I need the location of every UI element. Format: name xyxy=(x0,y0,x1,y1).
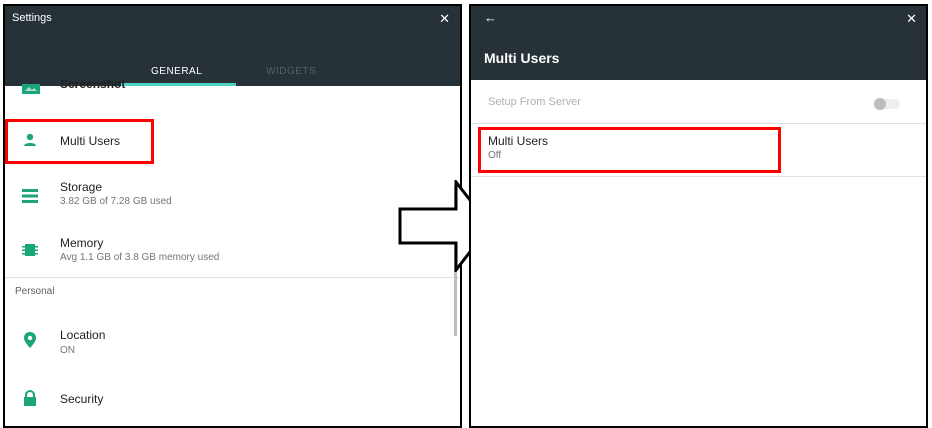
lock-icon xyxy=(24,390,36,406)
page-title: Multi Users xyxy=(484,50,560,66)
screenshot-icon xyxy=(22,84,40,94)
settings-item-storage[interactable]: Storage 3.82 GB of 7.28 GB used xyxy=(5,174,452,218)
section-divider xyxy=(5,277,460,278)
multi-users-header: ← ✕ Multi Users xyxy=(471,6,926,80)
tab-widgets[interactable]: WIDGETS xyxy=(266,66,316,77)
setup-from-server-row: Setup From Server xyxy=(471,80,926,123)
settings-item-summary: ON xyxy=(60,345,75,356)
settings-item-memory[interactable]: Memory Avg 1.1 GB of 3.8 GB memory used xyxy=(5,228,452,272)
highlight-box-multi-users-setting xyxy=(478,127,781,173)
settings-item-label: Screenshot xyxy=(60,77,126,91)
location-icon xyxy=(24,332,36,348)
toggle-thumb xyxy=(874,98,886,110)
settings-item-label: Storage xyxy=(60,180,103,194)
settings-panel: Settings ✕ GENERAL WIDGETS Screenshot Mu… xyxy=(3,4,462,428)
storage-icon xyxy=(22,189,38,203)
settings-header: Settings ✕ GENERAL WIDGETS xyxy=(5,6,460,86)
section-header-personal: Personal xyxy=(15,286,55,297)
settings-item-summary: Avg 1.1 GB of 3.8 GB memory used xyxy=(60,252,220,263)
settings-item-label: Memory xyxy=(60,236,104,250)
settings-item-screenshot[interactable]: Screenshot xyxy=(5,77,452,100)
row-divider xyxy=(471,176,926,177)
highlight-box-multi-users xyxy=(5,119,154,164)
tab-general[interactable]: GENERAL xyxy=(151,66,202,77)
settings-item-location[interactable]: Location ON xyxy=(5,318,452,362)
close-icon[interactable]: ✕ xyxy=(906,11,917,27)
setup-from-server-label: Setup From Server xyxy=(488,96,581,108)
memory-icon xyxy=(22,244,38,256)
settings-item-summary: 3.82 GB of 7.28 GB used xyxy=(60,196,172,207)
settings-title: Settings xyxy=(12,12,52,24)
settings-item-label: Location xyxy=(60,328,106,342)
settings-item-label: Security xyxy=(60,392,104,406)
back-arrow-icon[interactable]: ← xyxy=(484,10,497,25)
multi-users-panel: ← ✕ Multi Users Setup From Server Multi … xyxy=(469,4,928,428)
settings-item-security[interactable]: Security xyxy=(5,376,452,420)
close-icon[interactable]: ✕ xyxy=(439,11,450,27)
